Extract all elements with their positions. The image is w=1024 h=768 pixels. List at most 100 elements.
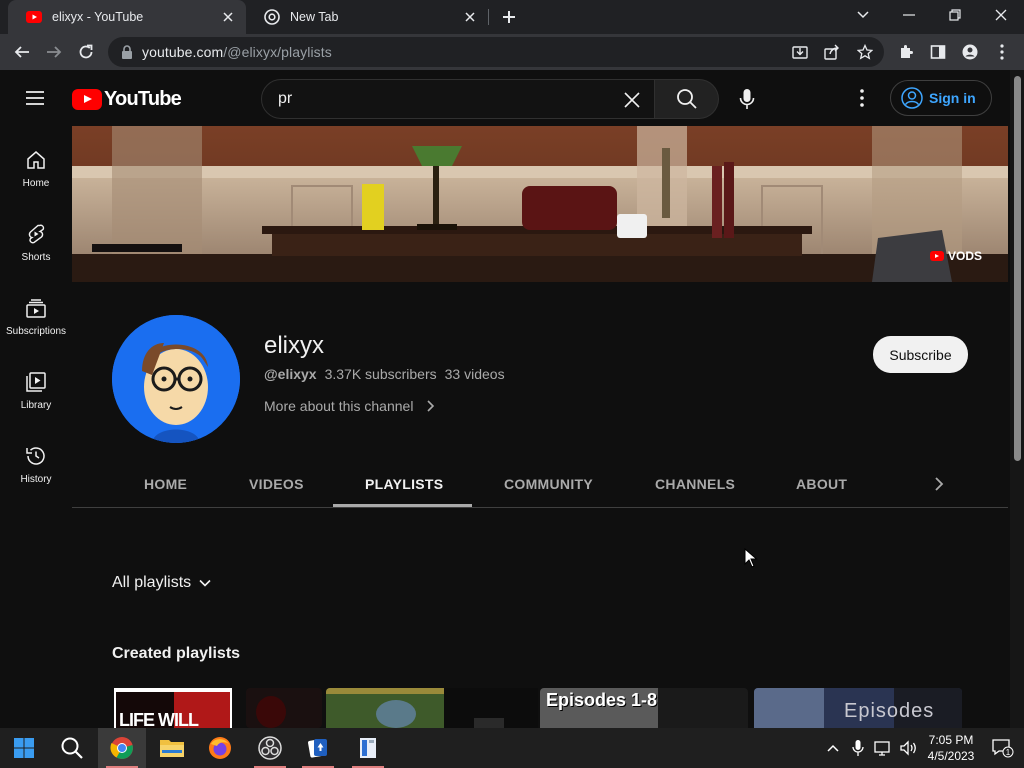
- voice-search-mic-icon[interactable]: [730, 82, 764, 116]
- clear-search-icon[interactable]: [622, 90, 642, 110]
- bookmark-star-icon[interactable]: [853, 40, 877, 64]
- guide-item-label: Subscriptions: [5, 326, 67, 337]
- browser-tab-title: elixyx - YouTube: [52, 10, 144, 24]
- network-tray-icon[interactable]: [874, 740, 892, 756]
- taskbar-chrome-icon[interactable]: [98, 728, 146, 768]
- youtube-logo[interactable]: YouTube: [72, 88, 182, 110]
- taskbar-file-explorer-icon[interactable]: [148, 728, 196, 768]
- guide-item-library[interactable]: Library: [0, 348, 72, 422]
- restore-window-icon[interactable]: [932, 0, 978, 30]
- youtube-masthead: YouTube pr Sign in: [0, 70, 1010, 126]
- search-input[interactable]: pr: [261, 79, 655, 119]
- playlist-thumbnail-caption: LIFE WILL: [119, 710, 199, 728]
- windows-taskbar: 7:05 PM 4/5/2023 1: [0, 728, 1024, 768]
- close-window-icon[interactable]: [978, 0, 1024, 30]
- guide-item-shorts[interactable]: Shorts: [0, 200, 72, 274]
- guide-item-label: Library: [20, 400, 52, 411]
- search-query: pr: [278, 90, 293, 107]
- playlist-thumbnail-caption: Episodes: [844, 700, 935, 722]
- system-tray: [826, 728, 918, 768]
- install-app-icon[interactable]: [788, 40, 812, 64]
- taskbar-search-icon[interactable]: [48, 728, 96, 768]
- volume-tray-icon[interactable]: [900, 740, 918, 756]
- chrome-menu-icon[interactable]: [990, 40, 1014, 64]
- video-count: 33 videos: [444, 366, 505, 382]
- forward-arrow-icon[interactable]: [42, 40, 66, 64]
- scrollbar-thumb[interactable]: [1014, 76, 1021, 461]
- minimize-window-icon[interactable]: [886, 0, 932, 30]
- side-panel-icon[interactable]: [926, 40, 950, 64]
- playlist-thumbnail[interactable]: [246, 688, 322, 728]
- browser-tab-youtube[interactable]: elixyx - YouTube: [8, 0, 246, 34]
- youtube-play-logo-icon: [72, 88, 102, 110]
- tab-videos[interactable]: VIDEOS: [249, 460, 304, 507]
- channel-handle: @elixyx: [264, 366, 317, 382]
- close-tab-icon[interactable]: [462, 9, 478, 25]
- banner-vods-link[interactable]: VODS: [929, 249, 982, 263]
- history-icon: [26, 447, 45, 465]
- action-center-icon[interactable]: 1: [986, 728, 1020, 768]
- tab-search-chevron-icon[interactable]: [840, 0, 886, 30]
- channel-name: elixyx: [264, 332, 325, 359]
- browser-tab-strip: elixyx - YouTube New Tab: [0, 0, 1024, 34]
- reload-icon[interactable]: [74, 40, 98, 64]
- playlist-thumbnail[interactable]: [444, 688, 538, 728]
- created-playlists-title: Created playlists: [112, 645, 241, 662]
- tab-community[interactable]: COMMUNITY: [504, 460, 593, 507]
- guide-item-label: Shorts: [21, 252, 51, 263]
- tab-playlists[interactable]: PLAYLISTS: [365, 460, 443, 507]
- taskbar-app-icon[interactable]: [344, 728, 392, 768]
- tab-about[interactable]: ABOUT: [796, 460, 847, 507]
- tab-channels[interactable]: CHANNELS: [655, 460, 735, 507]
- windows-start-icon[interactable]: [0, 728, 48, 768]
- chevron-down-icon: [199, 579, 211, 587]
- home-icon: [27, 151, 45, 169]
- tab-home[interactable]: HOME: [144, 460, 187, 507]
- guide-item-subscriptions[interactable]: Subscriptions: [0, 274, 72, 348]
- guide-item-label: Home: [22, 178, 50, 189]
- about-link-label: More about this channel: [264, 398, 414, 414]
- tabs-scroll-right-icon[interactable]: [928, 473, 950, 495]
- chrome-favicon-icon: [264, 9, 280, 25]
- taskbar-clock[interactable]: 7:05 PM 4/5/2023: [918, 732, 984, 764]
- playlist-filter-dropdown[interactable]: All playlists: [112, 574, 213, 592]
- playlist-thumbnail[interactable]: [326, 688, 444, 728]
- playlist-thumbnails-row: LIFE WILL Episodes 1-8 Episodes: [112, 688, 968, 728]
- new-tab-plus-icon[interactable]: [498, 6, 520, 28]
- browser-toolbar: youtube.com/@elixyx/playlists: [0, 34, 1024, 70]
- settings-more-icon[interactable]: [850, 86, 874, 110]
- guide-item-history[interactable]: History: [0, 422, 72, 496]
- playlist-thumbnail[interactable]: Episodes: [754, 688, 962, 728]
- microphone-tray-icon[interactable]: [852, 739, 864, 757]
- clock-time: 7:05 PM: [928, 733, 974, 747]
- guide-menu-icon[interactable]: [24, 88, 46, 108]
- sign-in-button[interactable]: Sign in: [890, 80, 992, 116]
- page-scrollbar[interactable]: [1010, 70, 1024, 728]
- mouse-cursor-icon: [744, 548, 758, 568]
- playlist-thumbnail[interactable]: Episodes 1-8: [540, 688, 748, 728]
- guide-item-home[interactable]: Home: [0, 126, 72, 200]
- extensions-puzzle-icon[interactable]: [894, 40, 918, 64]
- channel-tabs: HOME VIDEOS PLAYLISTS COMMUNITY CHANNELS…: [72, 460, 1008, 508]
- profile-icon[interactable]: [958, 40, 982, 64]
- search-button[interactable]: [655, 79, 719, 119]
- browser-tab-newtab[interactable]: New Tab: [246, 0, 488, 34]
- back-arrow-icon[interactable]: [10, 40, 34, 64]
- taskbar-solitaire-icon[interactable]: [294, 728, 342, 768]
- close-tab-icon[interactable]: [220, 9, 236, 25]
- tab-separator: [488, 9, 489, 25]
- channel-about-link[interactable]: More about this channel: [264, 398, 437, 414]
- show-hidden-icons-chevron-icon[interactable]: [826, 743, 840, 753]
- subscriptions-icon: [26, 299, 46, 318]
- youtube-mini-icon: [929, 251, 944, 261]
- taskbar-firefox-icon[interactable]: [196, 728, 244, 768]
- shorts-icon: [28, 224, 45, 244]
- playlist-thumbnail[interactable]: LIFE WILL: [114, 688, 232, 728]
- library-icon: [26, 372, 46, 392]
- clock-date: 4/5/2023: [927, 749, 975, 763]
- chevron-right-icon: [427, 400, 435, 412]
- subscribe-button[interactable]: Subscribe: [873, 336, 968, 373]
- taskbar-obs-icon[interactable]: [246, 728, 294, 768]
- address-bar[interactable]: youtube.com/@elixyx/playlists: [108, 37, 884, 67]
- share-icon[interactable]: [820, 40, 844, 64]
